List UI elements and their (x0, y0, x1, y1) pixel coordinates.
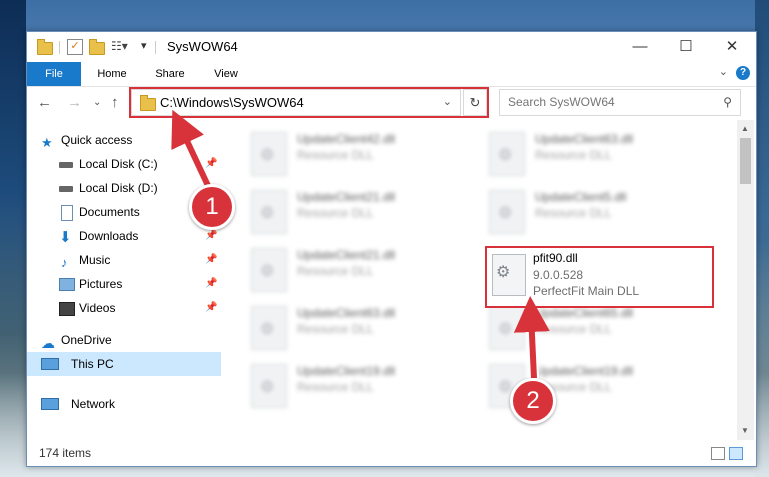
step-two-badge: 2 (510, 378, 556, 424)
step-one-badge: 1 (189, 184, 235, 230)
annotation-arrows (171, 109, 550, 383)
arrow-one (171, 109, 213, 192)
arrow-two (513, 296, 550, 379)
